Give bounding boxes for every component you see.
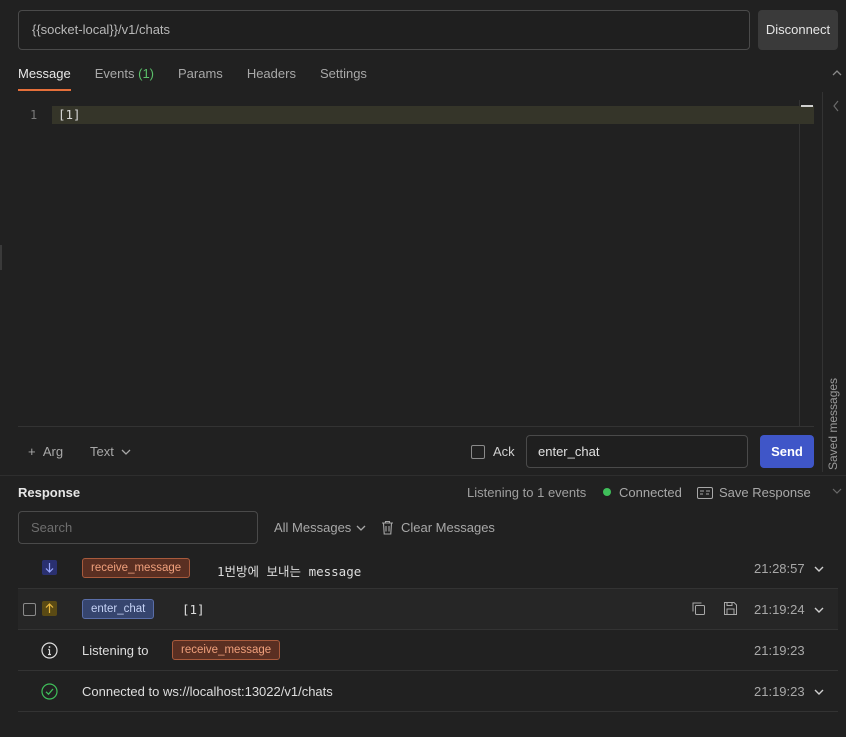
message-row[interactable]: enter_chat [1] 21:19:24 (18, 589, 838, 630)
message-time: 21:28:57 (754, 561, 805, 576)
info-icon (41, 642, 58, 659)
message-prefix: Listening to (82, 643, 149, 658)
add-arg-button[interactable]: + Arg (28, 444, 63, 459)
chevron-left-icon[interactable] (832, 100, 840, 112)
save-icon[interactable] (723, 601, 738, 616)
arrow-up-icon (42, 601, 57, 616)
url-input[interactable]: {{socket-local}}/v1/chats (18, 10, 750, 50)
message-row[interactable]: Listening to receive_message 21:19:23 (18, 630, 838, 671)
connected-dot-icon (603, 488, 611, 496)
tab-settings[interactable]: Settings (320, 60, 367, 90)
tab-headers[interactable]: Headers (247, 60, 296, 90)
chevron-down-icon[interactable] (814, 605, 824, 615)
message-time: 21:19:24 (754, 602, 805, 617)
chevron-down-icon[interactable] (814, 564, 824, 574)
save-response-icon (697, 486, 713, 499)
message-editor[interactable] (18, 100, 800, 426)
editor-scrollbar[interactable] (801, 105, 813, 107)
message-text: [1] (182, 602, 205, 617)
format-label: Text (90, 444, 114, 459)
tab-settings-label: Settings (319, 66, 367, 81)
save-response-button[interactable]: Save Response (697, 485, 811, 500)
tab-message[interactable]: Message (18, 60, 71, 91)
message-text: 1번방에 보내는 message (217, 564, 362, 579)
message-row[interactable]: receive_message 1번방에 보내는 message 21:28:5… (18, 548, 838, 589)
message-time: 21:19:23 (754, 684, 805, 699)
line-number: 1 (30, 108, 38, 122)
send-button[interactable]: Send (760, 435, 814, 468)
response-divider (0, 475, 846, 476)
tab-events[interactable]: Events (1) (95, 60, 154, 90)
tab-message-label: Message (18, 66, 71, 81)
disconnect-button[interactable]: Disconnect (758, 10, 838, 50)
message-filter-select[interactable]: All Messages (274, 520, 366, 535)
message-text: Connected to ws://localhost:13022/v1/cha… (82, 684, 333, 699)
trash-icon (382, 520, 393, 535)
ack-label: Ack (493, 444, 515, 459)
arrow-down-icon (42, 560, 57, 575)
save-response-label: Save Response (719, 485, 811, 500)
connection-status: Connected (619, 485, 682, 500)
chevron-up-icon[interactable] (832, 68, 842, 78)
tab-events-label: Events (94, 66, 135, 81)
tab-headers-label: Headers (246, 66, 296, 81)
event-tag: receive_message (82, 558, 191, 578)
message-row[interactable]: Connected to ws://localhost:13022/v1/cha… (18, 671, 838, 712)
saved-messages-label[interactable]: Saved messages (826, 378, 840, 470)
active-line-highlight (52, 106, 814, 124)
event-tag: receive_message (172, 640, 281, 660)
row-checkbox[interactable] (23, 603, 36, 616)
arg-label: Arg (42, 444, 64, 459)
chevron-down-icon (356, 525, 366, 531)
editor-divider (18, 426, 814, 427)
editor-code-line[interactable]: [1] (58, 107, 81, 123)
clear-messages-button[interactable]: Clear Messages (381, 520, 495, 535)
plus-icon: + (28, 444, 43, 459)
search-input[interactable]: Search (18, 511, 258, 544)
filter-label: All Messages (274, 520, 352, 535)
chevron-down-icon[interactable] (832, 487, 842, 495)
event-name-input[interactable]: enter_chat (526, 435, 748, 468)
tab-params[interactable]: Params (178, 60, 223, 90)
clear-messages-label: Clear Messages (401, 520, 495, 535)
check-circle-icon (41, 683, 58, 700)
copy-icon[interactable] (691, 601, 706, 616)
tab-events-count: (1) (138, 66, 155, 81)
response-title: Response (18, 485, 81, 500)
format-select[interactable]: Text (90, 444, 131, 459)
listening-status: Listening to 1 events (467, 485, 587, 500)
chevron-down-icon[interactable] (814, 687, 824, 697)
tab-params-label: Params (178, 66, 223, 81)
event-tag: enter_chat (82, 599, 155, 619)
resize-handle[interactable] (0, 245, 2, 270)
request-tabs: Message Events (1) Params Headers Settin… (18, 60, 391, 91)
ack-checkbox[interactable] (471, 445, 485, 459)
chevron-down-icon (122, 449, 131, 455)
message-time: 21:19:23 (754, 643, 805, 658)
